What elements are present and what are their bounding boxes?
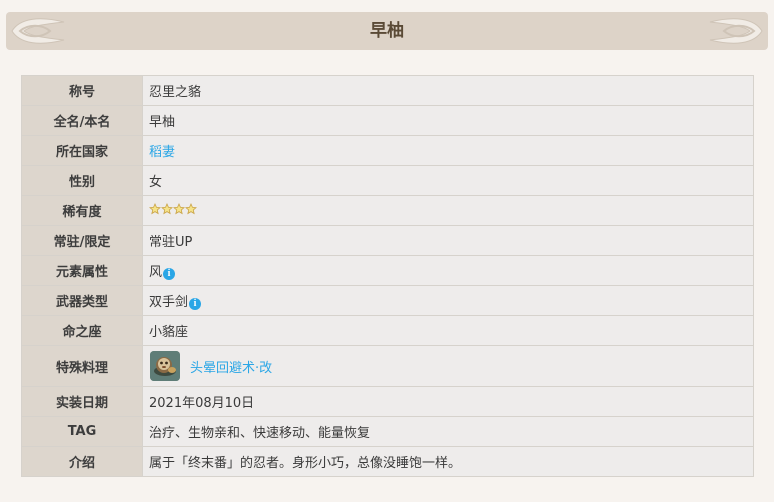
row-label-nation: 所在国家 bbox=[21, 135, 143, 166]
star-icon bbox=[149, 203, 161, 215]
table-row: 全名/本名 早柚 bbox=[21, 105, 754, 136]
row-label-weapon: 武器类型 bbox=[21, 285, 143, 316]
row-value-element-cell: 风i bbox=[142, 255, 754, 286]
row-label-tag: TAG bbox=[21, 416, 143, 447]
page-title: 早柚 bbox=[370, 21, 404, 41]
banner-ornament-right-icon bbox=[709, 18, 763, 44]
row-label-banner-type: 常驻/限定 bbox=[21, 225, 143, 256]
table-row: 武器类型 双手剑 i bbox=[21, 285, 754, 316]
table-row: 常驻/限定 常驻UP bbox=[21, 225, 754, 256]
table-row: 元素属性 风i bbox=[21, 255, 754, 286]
row-value-weapon-cell: 双手剑 i bbox=[142, 285, 754, 316]
table-row: 所在国家 稻妻 bbox=[21, 135, 754, 166]
row-value-weapon: 双手剑 bbox=[149, 295, 189, 310]
row-value-dish-cell: 头晕回避术·改 bbox=[142, 345, 754, 387]
row-value-gender: 女 bbox=[142, 165, 754, 196]
row-value-rarity bbox=[142, 195, 754, 226]
table-row: 介绍 属于「终末番」的忍者。身形小巧，总像没睡饱一样。 bbox=[21, 446, 754, 477]
row-label-dish: 特殊料理 bbox=[21, 345, 143, 387]
row-value-title: 忍里之貉 bbox=[142, 75, 754, 106]
star-icon bbox=[173, 203, 185, 215]
dish-icon[interactable] bbox=[150, 351, 180, 381]
rarity-stars bbox=[149, 203, 197, 218]
row-label-element: 元素属性 bbox=[21, 255, 143, 286]
dish-link[interactable]: 头晕回避术·改 bbox=[190, 357, 272, 376]
table-row: 稀有度 bbox=[21, 195, 754, 226]
row-label-intro: 介绍 bbox=[21, 446, 143, 477]
star-icon bbox=[161, 203, 173, 215]
row-value-banner-type: 常驻UP bbox=[142, 225, 754, 256]
table-row: 称号 忍里之貉 bbox=[21, 75, 754, 106]
row-label-title: 称号 bbox=[21, 75, 143, 106]
star-icon bbox=[185, 203, 197, 215]
info-icon[interactable]: i bbox=[163, 268, 176, 280]
info-icon[interactable]: i bbox=[189, 298, 202, 310]
table-row: 性别 女 bbox=[21, 165, 754, 196]
table-row: 命之座 小貉座 bbox=[21, 315, 754, 346]
row-label-release: 实装日期 bbox=[21, 386, 143, 417]
row-label-name: 全名/本名 bbox=[21, 105, 143, 136]
table-row: TAG 治疗、生物亲和、快速移动、能量恢复 bbox=[21, 416, 754, 447]
character-info-table: 称号 忍里之貉 全名/本名 早柚 所在国家 稻妻 性别 女 稀有度 常驻/限定 … bbox=[21, 75, 754, 477]
row-value-tag: 治疗、生物亲和、快速移动、能量恢复 bbox=[142, 416, 754, 447]
row-value-intro: 属于「终末番」的忍者。身形小巧，总像没睡饱一样。 bbox=[142, 446, 754, 477]
row-value-nation-cell: 稻妻 bbox=[142, 135, 754, 166]
page-banner: 早柚 bbox=[6, 12, 768, 50]
table-row: 特殊料理 头晕回避术·改 bbox=[21, 345, 754, 387]
table-row: 实装日期 2021年08月10日 bbox=[21, 386, 754, 417]
row-label-gender: 性别 bbox=[21, 165, 143, 196]
row-value-element: 风 bbox=[149, 265, 163, 280]
row-label-rarity: 稀有度 bbox=[21, 195, 143, 226]
row-value-release: 2021年08月10日 bbox=[142, 386, 754, 417]
row-label-constellation: 命之座 bbox=[21, 315, 143, 346]
row-value-constellation: 小貉座 bbox=[142, 315, 754, 346]
nation-link[interactable]: 稻妻 bbox=[149, 145, 175, 160]
row-value-name: 早柚 bbox=[142, 105, 754, 136]
